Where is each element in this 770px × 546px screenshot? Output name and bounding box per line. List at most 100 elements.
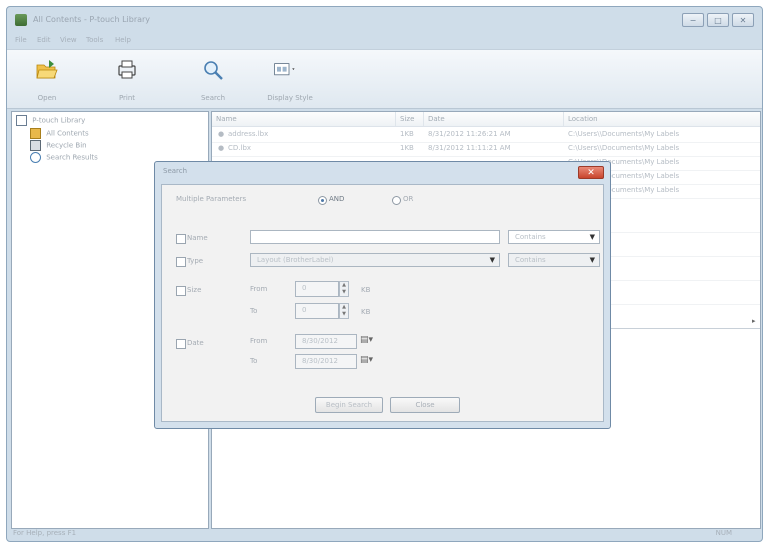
name-condition-value: Contains [515,233,546,241]
close-button[interactable]: Close [390,397,460,413]
open-label: Open [37,94,57,102]
close-window-button[interactable]: ✕ [732,13,754,27]
calendar-dropdown-icon[interactable]: ▤▾ [360,355,373,365]
dialog-close-icon[interactable]: ✕ [578,166,604,179]
column-date[interactable]: Date [424,112,564,126]
status-num: NUM [715,529,732,537]
cell-date: 8/31/2012 11:26:21 AM [428,130,511,138]
name-condition-select[interactable]: Contains ▼ [508,230,600,244]
search-button[interactable]: Search [185,56,241,104]
toolbar: Open Print Search Display Style [7,49,762,109]
and-label: AND [329,195,345,203]
menu-tools[interactable]: Tools [86,36,103,44]
display-style-label: Display Style [267,94,313,102]
type-checkbox[interactable] [176,257,186,267]
cell-name: CD.lbx [228,144,252,152]
column-location[interactable]: Location [564,112,760,126]
cell-location: C:\Users\\Documents\My Labels [568,144,680,152]
or-radio[interactable] [392,196,401,205]
tree-root-label: P-touch Library [32,116,86,125]
display-style-icon [274,63,295,76]
cell-name: address.lbx [228,130,269,138]
menu-help[interactable]: Help [115,36,131,44]
size-checkbox[interactable] [176,286,186,296]
name-label: Name [187,234,208,242]
menu-file[interactable]: File [15,36,27,44]
calendar-dropdown-icon[interactable]: ▤▾ [360,335,373,345]
date-label: Date [187,339,204,347]
date-checkbox[interactable] [176,339,186,349]
tree-item-recycle-bin[interactable]: Recycle Bin [30,140,87,151]
cell-location: C:\Users\\Documents\My Labels [568,130,680,138]
size-from-unit: KB [361,286,371,294]
begin-search-button[interactable]: Begin Search [315,397,383,413]
list-header: Name Size Date Location [212,112,760,127]
search-icon [204,61,223,80]
size-to-label: To [250,307,258,315]
table-row[interactable]: ● CD.lbx 1KB 8/31/2012 11:11:21 AM C:\Us… [212,142,760,157]
menu-edit[interactable]: Edit [37,36,51,44]
tree-item-label: Search Results [46,153,98,162]
size-from-spinner[interactable]: ▲ ▼ [339,281,349,297]
tree-item-all-contents[interactable]: All Contents [30,128,89,139]
date-to-field[interactable]: 8/30/2012 [295,354,357,369]
search-results-icon [30,152,41,163]
printer-icon [118,60,136,79]
chevron-down-icon: ▼ [589,256,595,264]
date-to-label: To [250,357,258,365]
display-style-button[interactable]: Display Style [257,56,323,104]
or-label: OR [403,195,414,203]
cell-size: 1KB [400,130,414,138]
type-condition-select[interactable]: Contains ▼ [508,253,600,267]
cell-date: 8/31/2012 11:11:21 AM [428,144,511,152]
name-checkbox[interactable] [176,234,186,244]
chevron-down-icon: ▼ [589,233,595,241]
type-select-value: Layout (BrotherLabel) [257,256,334,264]
maximize-button[interactable]: □ [707,13,729,27]
date-from-field[interactable]: 8/30/2012 [295,334,357,349]
and-radio[interactable] [318,196,327,205]
type-select[interactable]: Layout (BrotherLabel) ▼ [250,253,500,267]
open-button[interactable]: Open [19,56,75,104]
print-label: Print [118,94,136,102]
menu-bar: File Edit View Tools Help [7,33,762,49]
status-text: For Help, press F1 [13,529,77,537]
size-to-field[interactable]: 0 [295,303,339,319]
date-from-label: From [250,337,268,345]
dialog-body: Multiple Parameters AND OR Name Contains… [161,184,604,422]
type-label: Type [187,257,204,265]
column-size[interactable]: Size [396,112,424,126]
tree-item-label: Recycle Bin [46,141,87,150]
cell-size: 1KB [400,144,414,152]
search-label: Search [200,94,226,102]
file-icon: ● [218,144,225,152]
dialog-title: Search [163,167,188,175]
tree-item-search-results[interactable]: Search Results [30,152,98,163]
name-field[interactable] [250,230,500,244]
size-from-field[interactable]: 0 [295,281,339,297]
multiple-parameters-label: Multiple Parameters [176,195,247,203]
size-label: Size [187,286,202,294]
menu-view[interactable]: View [60,36,77,44]
app-icon [15,14,27,26]
tree-item-label: All Contents [46,129,89,138]
size-to-spinner[interactable]: ▲ ▼ [339,303,349,319]
recycle-bin-icon [30,140,41,151]
search-dialog: Search ✕ Multiple Parameters AND OR Name… [154,161,611,429]
library-icon [16,115,27,126]
folder-icon [30,128,41,139]
type-condition-value: Contains [515,256,546,264]
scroll-right-icon[interactable]: ▸ [752,317,756,325]
tree-root[interactable]: P-touch Library [16,115,85,126]
window-title: All Contents - P-touch Library [33,15,151,24]
table-row[interactable]: ● address.lbx 1KB 8/31/2012 11:26:21 AM … [212,128,760,143]
print-button[interactable]: Print [99,56,155,104]
file-icon: ● [218,130,225,138]
size-from-label: From [250,285,268,293]
open-folder-icon [36,60,58,79]
minimize-button[interactable]: − [682,13,704,27]
status-bar: For Help, press F1 NUM [7,525,762,541]
size-to-unit: KB [361,308,371,316]
column-name[interactable]: Name [212,112,396,126]
title-bar[interactable]: All Contents - P-touch Library − □ ✕ [7,7,762,33]
